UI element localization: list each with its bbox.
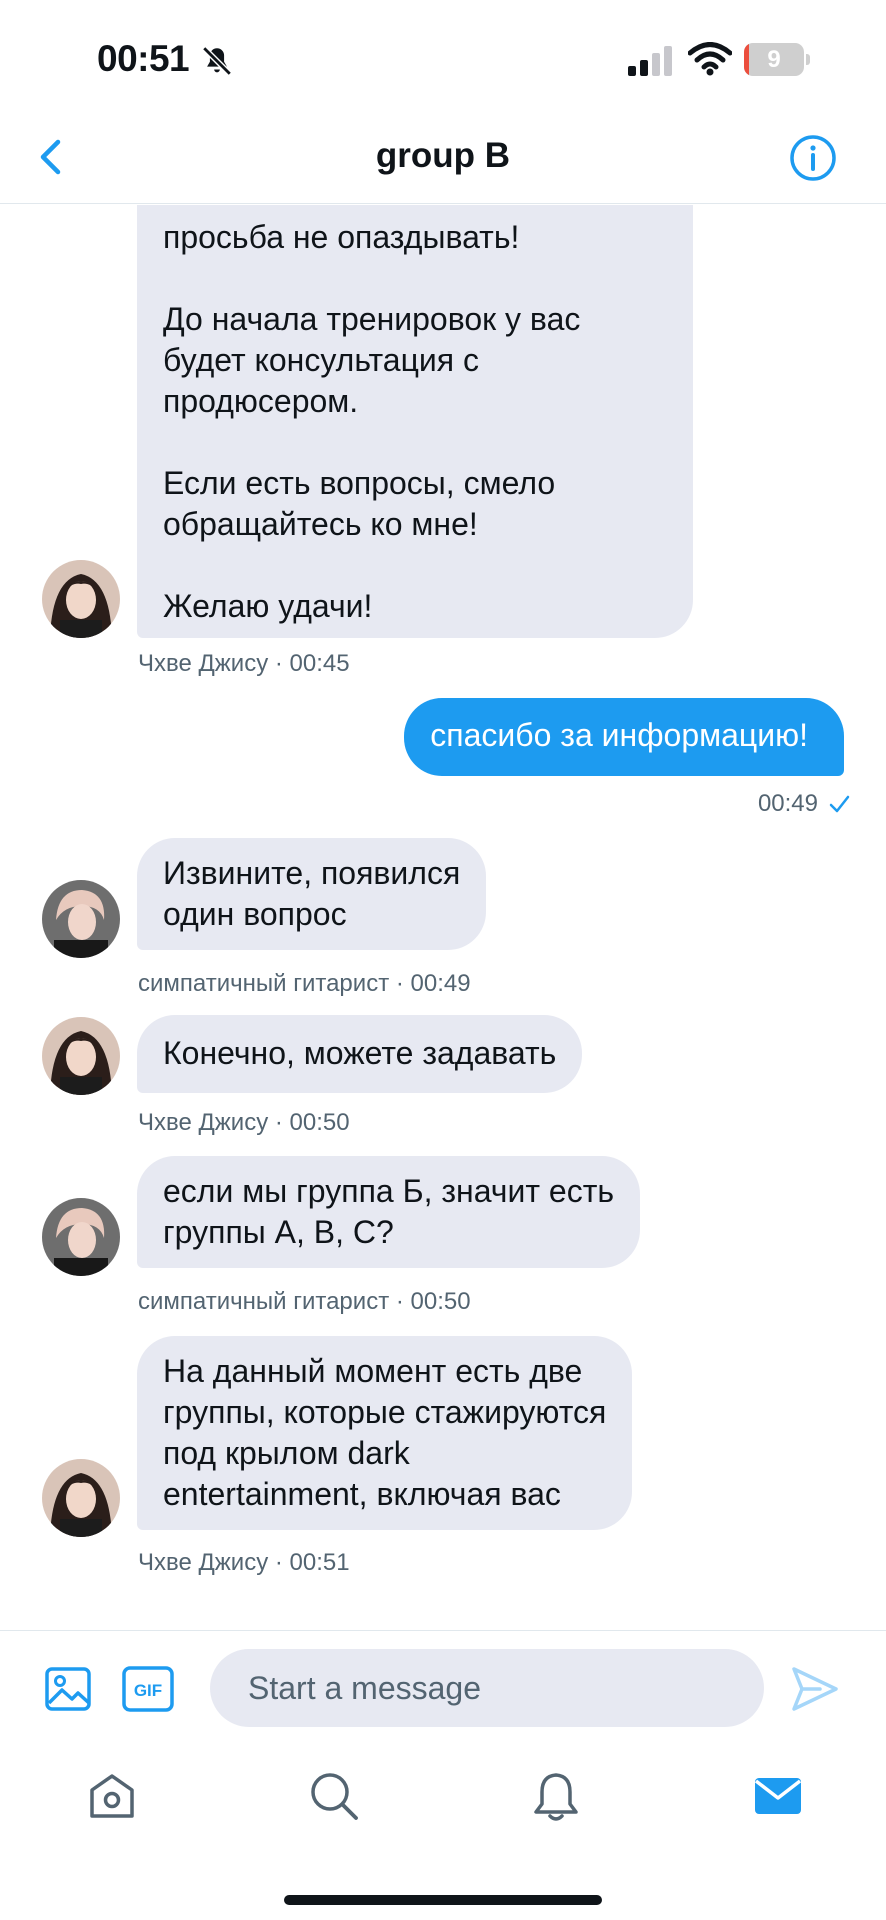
status-time: 00:51 bbox=[97, 38, 190, 79]
avatar-jisoo-photo bbox=[42, 1459, 120, 1537]
message-bubble[interactable]: Конечно, можете задавать bbox=[137, 1015, 583, 1093]
avatar-guitarist-photo bbox=[42, 1198, 120, 1276]
home-icon[interactable] bbox=[86, 1770, 138, 1822]
message-composer: GIF bbox=[0, 1630, 886, 1740]
conversation-header: group B bbox=[0, 110, 886, 204]
image-icon[interactable] bbox=[44, 1665, 92, 1713]
message-bubble[interactable]: просьба не опаздывать! До начала трениро… bbox=[137, 205, 693, 638]
avatar-jisoo-photo bbox=[42, 560, 120, 638]
battery-level: 9 bbox=[767, 46, 781, 73]
message-bubble[interactable]: На данный момент есть две группы, которы… bbox=[137, 1336, 633, 1530]
conversation-title: group B bbox=[375, 136, 511, 175]
info-circle-icon[interactable] bbox=[788, 133, 838, 183]
message-meta: Чхве Джису · 00:50 bbox=[138, 1109, 350, 1136]
mail-icon[interactable] bbox=[752, 1770, 804, 1822]
message-bubble[interactable]: если мы группа Б, значит есть группы А, … bbox=[137, 1156, 641, 1268]
message-meta-outgoing: 00:49 bbox=[758, 790, 850, 818]
message-thread[interactable]: просьба не опаздывать! До начала трениро… bbox=[0, 205, 886, 1630]
tab-bar bbox=[0, 1740, 886, 1920]
message-meta: симпатичный гитарист · 00:50 bbox=[138, 1288, 471, 1315]
gif-button[interactable]: GIF bbox=[122, 1665, 174, 1713]
bell-slash-icon bbox=[202, 46, 232, 76]
avatar[interactable] bbox=[42, 1459, 120, 1537]
message-bubble-outgoing[interactable]: спасибо за информацию! bbox=[404, 698, 844, 776]
avatar[interactable] bbox=[42, 880, 120, 958]
message-time: 00:49 bbox=[757, 790, 818, 817]
search-icon[interactable] bbox=[308, 1770, 360, 1822]
battery-indicator: 9 bbox=[744, 43, 810, 76]
home-indicator[interactable] bbox=[284, 1895, 602, 1905]
avatar[interactable] bbox=[42, 560, 120, 638]
message-bubble[interactable]: Извините, появился один вопрос bbox=[137, 838, 487, 950]
avatar-jisoo-photo bbox=[42, 1017, 120, 1095]
wifi-icon bbox=[688, 42, 732, 76]
send-icon[interactable] bbox=[790, 1665, 840, 1713]
message-meta: Чхве Джису · 00:45 bbox=[138, 650, 350, 677]
checkmark-icon bbox=[829, 795, 850, 813]
avatar[interactable] bbox=[42, 1017, 120, 1095]
bell-icon[interactable] bbox=[530, 1770, 582, 1822]
status-bar: 00:51 9 bbox=[0, 0, 886, 110]
message-input[interactable] bbox=[210, 1649, 764, 1727]
cellular-signal-icon bbox=[628, 46, 672, 76]
message-meta: Чхве Джису · 00:51 bbox=[138, 1549, 350, 1576]
gif-label: GIF bbox=[134, 1681, 162, 1700]
message-meta: симпатичный гитарист · 00:49 bbox=[138, 970, 471, 997]
gif-icon: GIF bbox=[122, 1666, 174, 1712]
avatar[interactable] bbox=[42, 1198, 120, 1276]
avatar-guitarist-photo bbox=[42, 880, 120, 958]
